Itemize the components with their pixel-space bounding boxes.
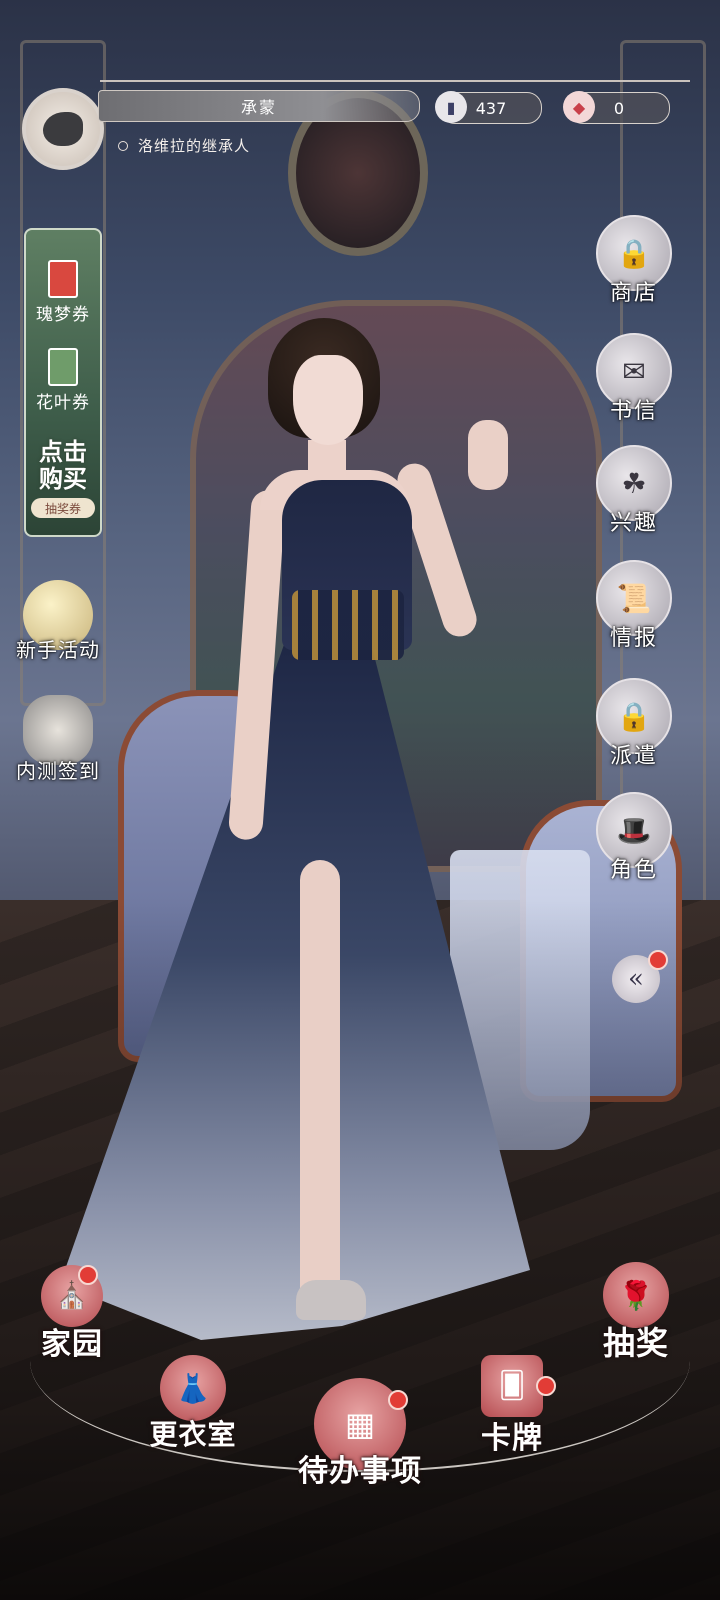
notification-dot	[388, 1390, 408, 1410]
newbie-event-label: 新手活动	[16, 638, 100, 662]
nav-lottery-label: 抽奖	[602, 1324, 669, 1362]
newbie-event-button[interactable]: 新手活动	[8, 580, 108, 663]
crow-avatar-icon	[43, 112, 83, 146]
leaf-ticket[interactable]: 花叶券	[26, 348, 100, 413]
player-avatar[interactable]	[22, 88, 104, 170]
dispatch-label: 派遣	[609, 744, 658, 769]
book-currency[interactable]: ▮ 437	[435, 91, 542, 124]
interests-label: 兴趣	[609, 511, 658, 536]
shop-button[interactable]: 🔒 商店	[588, 215, 680, 307]
intel-label: 情报	[609, 626, 658, 651]
buy-line2: 购买	[39, 464, 87, 493]
player-title[interactable]: 洛维拉的继承人	[110, 132, 318, 158]
lottery-ticket-tag: 抽奖券	[31, 498, 95, 518]
buy-button[interactable]: 点击 购买	[26, 438, 100, 492]
nav-todo-label: 待办事项	[298, 1454, 422, 1489]
nav-wardrobe-label: 更衣室	[149, 1418, 237, 1451]
interests-button[interactable]: ☘ 兴趣	[588, 445, 680, 537]
notification-dot	[536, 1376, 556, 1396]
dispatch-button[interactable]: 🔒 派遣	[588, 678, 680, 770]
rose-ticket-label: 瑰梦券	[36, 305, 90, 325]
book-currency-icon: ▮	[435, 91, 467, 123]
nav-home-label: 家园	[41, 1327, 103, 1362]
buy-line1: 点击	[39, 437, 87, 466]
characters-button[interactable]: 🎩 角色	[588, 792, 680, 884]
gem-currency-value: 0	[613, 98, 625, 118]
nav-cards[interactable]: 🂠 卡牌	[462, 1355, 562, 1457]
leaf-ticket-icon	[48, 348, 78, 386]
intel-button[interactable]: 📜 情报	[588, 560, 680, 652]
card-icon: 🂠	[481, 1355, 543, 1417]
dress-icon: 👗	[160, 1355, 226, 1421]
rose-ticket-icon	[48, 260, 78, 298]
leaf-ticket-label: 花叶券	[36, 393, 90, 413]
nav-lottery[interactable]: 🌹 抽奖	[586, 1262, 686, 1364]
letters-button[interactable]: ✉ 书信	[588, 333, 680, 425]
chevron-left-icon: «	[628, 964, 644, 994]
nav-cards-label: 卡牌	[481, 1421, 543, 1456]
rose-ticket[interactable]: 瑰梦券	[26, 260, 100, 325]
gem-currency-icon: ◆	[563, 91, 595, 123]
characters-label: 角色	[609, 858, 658, 883]
beta-signin-label: 内测签到	[16, 759, 100, 783]
nav-home[interactable]: ⛪ 家园	[22, 1265, 122, 1363]
notification-dot	[648, 950, 668, 970]
gem-currency[interactable]: ◆ 0	[563, 91, 670, 124]
character-leg	[300, 860, 340, 1310]
character-hand	[468, 420, 508, 490]
book-currency-value: 437	[475, 98, 507, 118]
beta-signin-button[interactable]: 内测签到	[8, 695, 108, 784]
letters-label: 书信	[609, 399, 658, 424]
player-name[interactable]: 承蒙	[98, 90, 420, 122]
header-divider	[100, 80, 690, 82]
shop-label: 商店	[609, 281, 658, 306]
nav-wardrobe[interactable]: 👗 更衣室	[138, 1355, 248, 1453]
nav-todo[interactable]: ▦ 待办事项	[290, 1378, 430, 1490]
character-corset	[292, 590, 404, 660]
ticket-purchase-banner[interactable]: 瑰梦券 花叶券 点击 购买 抽奖券	[24, 228, 102, 537]
notification-dot	[78, 1265, 98, 1285]
character-face	[293, 355, 363, 445]
